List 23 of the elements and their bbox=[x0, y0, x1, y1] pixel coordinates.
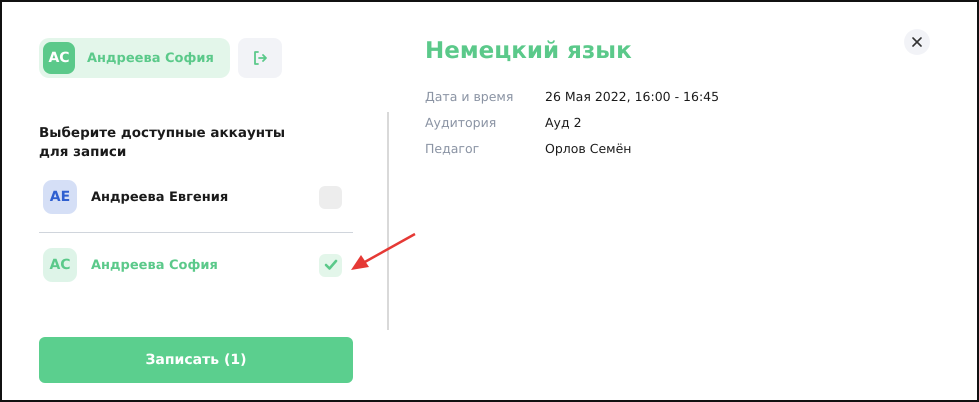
close-button[interactable] bbox=[904, 29, 930, 55]
current-account-chip[interactable]: АС Андреева София bbox=[39, 38, 230, 78]
logout-icon bbox=[252, 50, 268, 66]
logout-button[interactable] bbox=[238, 38, 282, 78]
account-name: Андреева София bbox=[87, 50, 214, 66]
avatar: АС bbox=[43, 42, 75, 74]
accounts-heading: Выберите доступные аккаунты для записи bbox=[39, 124, 286, 162]
lesson-title: Немецкий язык bbox=[425, 38, 632, 64]
detail-label: Дата и время bbox=[425, 88, 514, 106]
detail-label: Педагог bbox=[425, 140, 480, 158]
detail-value: Орлов Семён bbox=[545, 140, 632, 158]
check-icon bbox=[324, 259, 338, 271]
account-name: Андреева Евгения bbox=[91, 190, 230, 204]
detail-label: Аудитория bbox=[425, 114, 498, 132]
account-name: Андреева София bbox=[91, 258, 219, 272]
arrow-annotation bbox=[351, 232, 416, 270]
detail-value: 26 Мая 2022, 16:00 - 16:45 bbox=[545, 88, 720, 106]
submit-button[interactable]: Записать (1) bbox=[39, 337, 353, 383]
avatar: АС bbox=[43, 248, 77, 282]
avatar: АЕ bbox=[43, 180, 77, 214]
close-icon bbox=[912, 37, 922, 47]
checkbox[interactable] bbox=[319, 254, 342, 276]
detail-value: Ауд 2 bbox=[545, 114, 583, 132]
